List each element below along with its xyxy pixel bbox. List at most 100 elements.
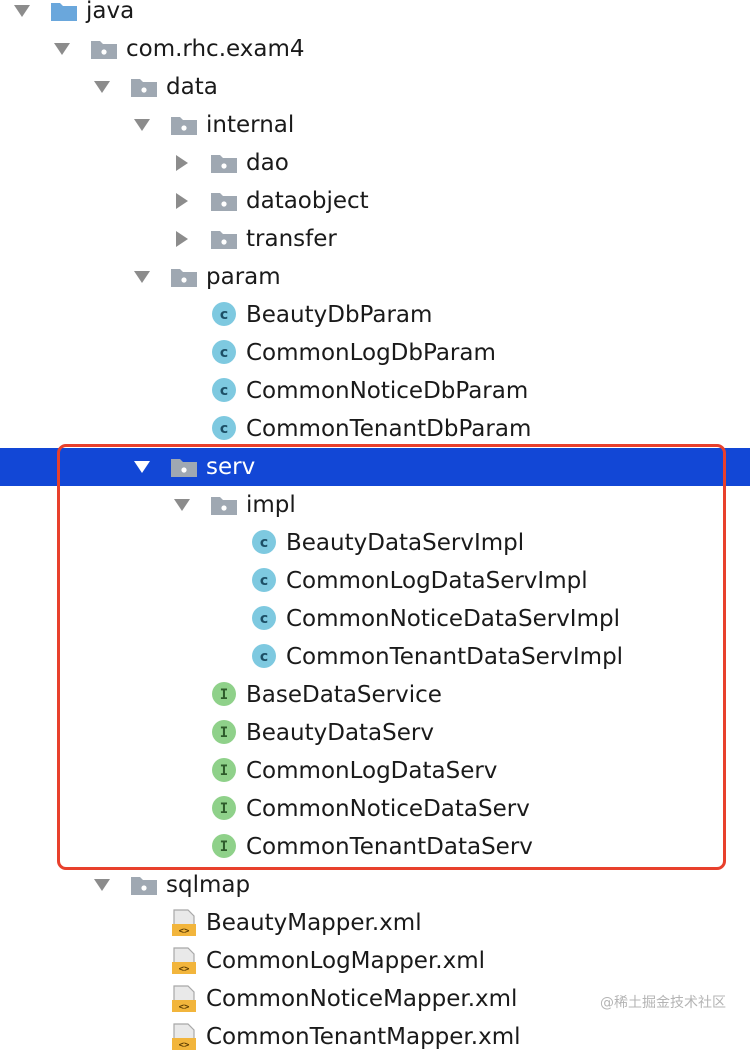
chevron-down-icon[interactable] bbox=[130, 258, 154, 296]
tree-row-commontenantdataservimpl[interactable]: c CommonTenantDataServImpl bbox=[0, 638, 750, 676]
interface-icon: I bbox=[210, 757, 238, 782]
class-icon: c bbox=[250, 605, 278, 630]
class-icon: c bbox=[210, 377, 238, 402]
tree-row-label: CommonNoticeDbParam bbox=[246, 378, 529, 404]
tree-row-commontenantdataserv[interactable]: I CommonTenantDataServ bbox=[0, 828, 750, 866]
tree-row-commonlogdbparam[interactable]: c CommonLogDbParam bbox=[0, 334, 750, 372]
tree-row-commonnoticedataserv[interactable]: I CommonNoticeDataServ bbox=[0, 790, 750, 828]
tree-row-commontenantdbparam[interactable]: c CommonTenantDbParam bbox=[0, 410, 750, 448]
tree-row-label: transfer bbox=[246, 226, 337, 252]
svg-text:I: I bbox=[220, 801, 228, 817]
tree-row-label: CommonNoticeMapper.xml bbox=[206, 986, 518, 1012]
tree-row-label: BaseDataService bbox=[246, 682, 442, 708]
tree-row-label: CommonLogMapper.xml bbox=[206, 948, 486, 974]
tree-row-data[interactable]: data bbox=[0, 68, 750, 106]
tree-row-label: dataobject bbox=[246, 188, 369, 214]
watermark-text: @稀土掘金技术社区 bbox=[600, 995, 726, 1011]
tree-row-commonlogdataservimpl[interactable]: c CommonLogDataServImpl bbox=[0, 562, 750, 600]
svg-text:<>: <> bbox=[179, 1003, 190, 1013]
chevron-down-icon[interactable] bbox=[10, 0, 34, 30]
chevron-down-icon[interactable] bbox=[90, 866, 114, 904]
tree-row-label: CommonTenantMapper.xml bbox=[206, 1024, 521, 1050]
tree-row-beautydbparam[interactable]: c BeautyDbParam bbox=[0, 296, 750, 334]
interface-icon: I bbox=[210, 833, 238, 858]
xml-file-icon: <> bbox=[170, 1023, 198, 1051]
svg-text:<>: <> bbox=[179, 965, 190, 975]
svg-text:I: I bbox=[220, 725, 228, 741]
tree-row-commonnoticedataservimpl[interactable]: c CommonNoticeDataServImpl bbox=[0, 600, 750, 638]
class-icon: c bbox=[250, 643, 278, 668]
tree-row-beautydataservimpl[interactable]: c BeautyDataServImpl bbox=[0, 524, 750, 562]
tree-row-label: CommonLogDataServImpl bbox=[286, 568, 588, 594]
tree-row-beautydataserv[interactable]: I BeautyDataServ bbox=[0, 714, 750, 752]
tree-row-label: impl bbox=[246, 492, 296, 518]
folder-icon bbox=[50, 0, 78, 23]
chevron-down-icon[interactable] bbox=[90, 68, 114, 106]
chevron-down-icon[interactable] bbox=[170, 486, 194, 524]
tree-row-beautymapper-xml[interactable]: <> BeautyMapper.xml bbox=[0, 904, 750, 942]
package-folder-icon bbox=[170, 113, 198, 137]
class-icon: c bbox=[210, 339, 238, 364]
tree-row-label: CommonTenantDbParam bbox=[246, 416, 532, 442]
tree-row-commonlogdataserv[interactable]: I CommonLogDataServ bbox=[0, 752, 750, 790]
tree-row-com-rhc-exam4[interactable]: com.rhc.exam4 bbox=[0, 30, 750, 68]
chevron-right-icon[interactable] bbox=[170, 144, 194, 182]
tree-row-label: BeautyDataServImpl bbox=[286, 530, 525, 556]
svg-text:c: c bbox=[220, 345, 228, 361]
tree-row-commontenantmapper-xml[interactable]: <> CommonTenantMapper.xml bbox=[0, 1018, 750, 1056]
tree-row-basedataservice[interactable]: I BaseDataService bbox=[0, 676, 750, 714]
chevron-right-icon[interactable] bbox=[170, 182, 194, 220]
tree-row-label: BeautyMapper.xml bbox=[206, 910, 422, 936]
tree-row-label: CommonTenantDataServImpl bbox=[286, 644, 624, 670]
tree-row-label: dao bbox=[246, 150, 289, 176]
tree-row-label: com.rhc.exam4 bbox=[126, 36, 305, 62]
svg-text:<>: <> bbox=[179, 1041, 190, 1051]
tree-row-dao[interactable]: dao bbox=[0, 144, 750, 182]
chevron-down-icon[interactable] bbox=[130, 106, 154, 144]
tree-row-param[interactable]: param bbox=[0, 258, 750, 296]
package-folder-icon bbox=[170, 265, 198, 289]
project-tree: java com.rhc.exam4 data internal dao dataobje… bbox=[0, 0, 750, 1056]
tree-row-transfer[interactable]: transfer bbox=[0, 220, 750, 258]
tree-row-java[interactable]: java bbox=[0, 0, 750, 30]
xml-file-icon: <> bbox=[170, 947, 198, 975]
tree-row-label: CommonNoticeDataServ bbox=[246, 796, 530, 822]
chevron-down-icon[interactable] bbox=[130, 448, 154, 486]
interface-icon: I bbox=[210, 719, 238, 744]
tree-row-commonnoticedbparam[interactable]: c CommonNoticeDbParam bbox=[0, 372, 750, 410]
tree-row-dataobject[interactable]: dataobject bbox=[0, 182, 750, 220]
tree-row-internal[interactable]: internal bbox=[0, 106, 750, 144]
svg-text:c: c bbox=[260, 535, 268, 551]
tree-row-commonlogmapper-xml[interactable]: <> CommonLogMapper.xml bbox=[0, 942, 750, 980]
tree-row-sqlmap[interactable]: sqlmap bbox=[0, 866, 750, 904]
tree-row-label: CommonLogDataServ bbox=[246, 758, 498, 784]
tree-row-label: CommonTenantDataServ bbox=[246, 834, 533, 860]
svg-text:c: c bbox=[220, 383, 228, 399]
package-folder-icon bbox=[130, 873, 158, 897]
interface-icon: I bbox=[210, 795, 238, 820]
package-folder-icon bbox=[210, 493, 238, 517]
tree-row-label: java bbox=[86, 0, 135, 24]
chevron-down-icon[interactable] bbox=[50, 30, 74, 68]
class-icon: c bbox=[250, 567, 278, 592]
tree-row-label: CommonNoticeDataServImpl bbox=[286, 606, 620, 632]
svg-text:c: c bbox=[260, 649, 268, 665]
interface-icon: I bbox=[210, 681, 238, 706]
tree-row-impl[interactable]: impl bbox=[0, 486, 750, 524]
class-icon: c bbox=[210, 415, 238, 440]
svg-text:c: c bbox=[220, 307, 228, 323]
class-icon: c bbox=[210, 301, 238, 326]
package-folder-icon bbox=[210, 227, 238, 251]
xml-file-icon: <> bbox=[170, 985, 198, 1013]
tree-row-label: BeautyDataServ bbox=[246, 720, 434, 746]
chevron-right-icon[interactable] bbox=[170, 220, 194, 258]
tree-row-label: sqlmap bbox=[166, 872, 251, 898]
svg-text:c: c bbox=[260, 611, 268, 627]
svg-text:c: c bbox=[220, 421, 228, 437]
svg-text:<>: <> bbox=[179, 927, 190, 937]
tree-row-label: data bbox=[166, 74, 218, 100]
tree-row-label: internal bbox=[206, 112, 295, 138]
tree-row-label: param bbox=[206, 264, 281, 290]
tree-row-serv[interactable]: serv bbox=[0, 448, 750, 486]
svg-text:c: c bbox=[260, 573, 268, 589]
